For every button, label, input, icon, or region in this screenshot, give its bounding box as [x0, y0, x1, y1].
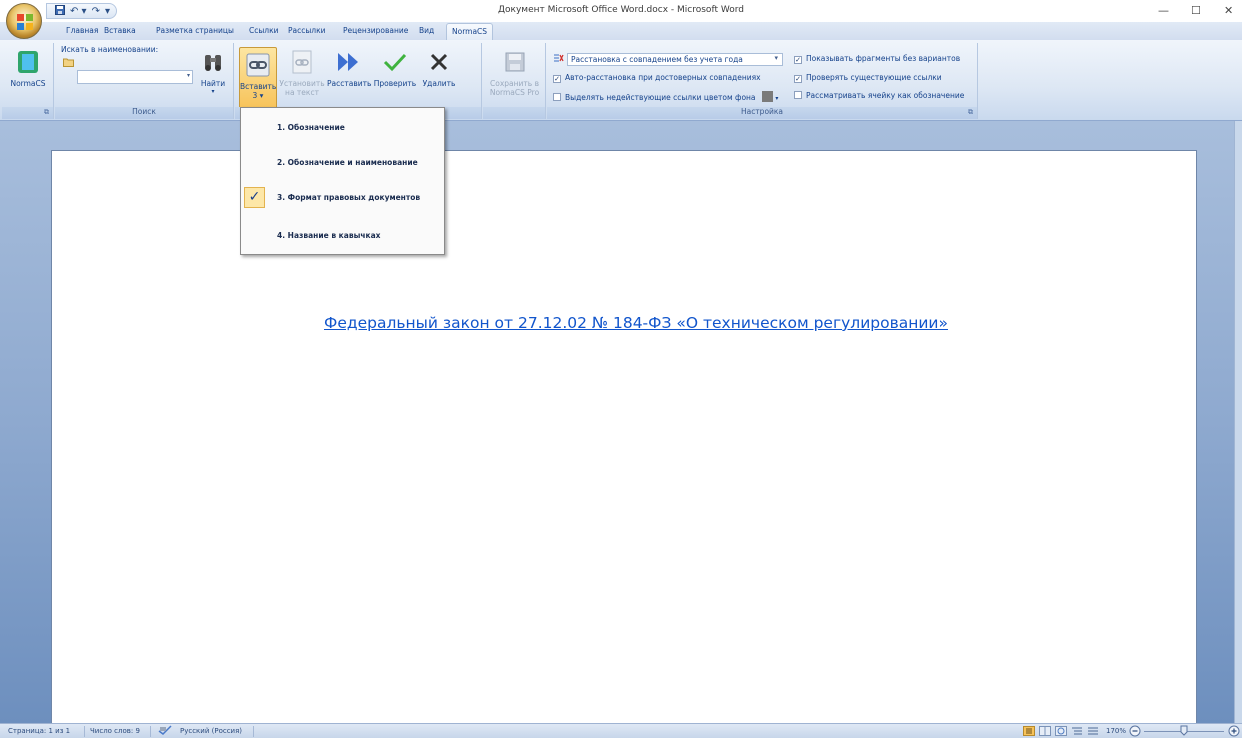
menu-item-legal-format[interactable]: ✓ 3. Формат правовых документов	[241, 184, 444, 210]
proofing-icon[interactable]	[158, 725, 172, 738]
web-layout-icon[interactable]	[1055, 726, 1067, 738]
zoom-slider-thumb[interactable]	[1180, 725, 1188, 738]
show-fragments-checkbox[interactable]: ✓	[794, 56, 802, 64]
auto-arrange-checkbox[interactable]: ✓	[553, 75, 561, 83]
dialog-launcher-icon[interactable]: ⧉	[968, 108, 973, 117]
tab-references[interactable]: Ссылки	[249, 26, 278, 35]
insert-label: Вставить	[240, 82, 277, 91]
find-dropdown-icon[interactable]: ▾	[195, 88, 231, 95]
language[interactable]: Русский (Россия)	[180, 727, 242, 735]
close-button[interactable]: ✕	[1224, 4, 1233, 17]
checkmark-icon: ✓	[244, 187, 265, 208]
tab-normacs[interactable]: NormaCS	[446, 23, 494, 40]
auto-arrange-option[interactable]: ✓ Авто-расстановка при достоверных совпад…	[553, 73, 761, 83]
full-screen-reading-icon[interactable]	[1039, 726, 1051, 738]
find-label: Найти	[200, 79, 226, 88]
minimize-button[interactable]: —	[1158, 4, 1169, 17]
highlight-invalid-option[interactable]: Выделять недействующие ссылки цветом фон…	[553, 91, 778, 102]
chain-link-icon	[245, 52, 271, 78]
highlight-invalid-checkbox[interactable]	[553, 93, 561, 101]
chevron-down-icon[interactable]: ▾	[187, 72, 190, 79]
cell-as-designation-option[interactable]: Рассматривать ячейку как обозначение	[794, 91, 964, 100]
office-button[interactable]	[6, 3, 42, 39]
vertical-scrollbar[interactable]	[1234, 121, 1242, 723]
group-save: Сохранить в NormaCS Pro	[483, 43, 546, 119]
cell-as-designation-checkbox[interactable]	[794, 91, 802, 99]
chevron-down-icon[interactable]: ▾	[774, 54, 778, 62]
document-page[interactable]: Федеральный закон от 27.12.02 № 184-ФЗ «…	[51, 150, 1197, 725]
checkmark-icon	[382, 49, 408, 75]
tab-view[interactable]: Вид	[419, 26, 434, 35]
group-normacs: NormaCS ⧉	[2, 43, 54, 119]
delete-label: Удалить	[422, 79, 456, 88]
search-group-label: Поиск	[55, 107, 233, 119]
check-button[interactable]: Проверить	[373, 49, 417, 88]
folder-icon	[63, 57, 74, 69]
arrange-mode-select[interactable]: Расстановка с совпадением без учета года…	[567, 53, 783, 66]
find-button[interactable]: Найти ▾	[195, 49, 231, 95]
tab-review[interactable]: Рецензирование	[343, 26, 408, 35]
zoom-out-icon[interactable]	[1129, 725, 1141, 738]
delete-x-icon	[426, 49, 452, 75]
title-bar: ↶ ▾ ↷ ▾ Документ Microsoft Office Word.d…	[0, 0, 1242, 22]
menu-item-designation[interactable]: 1. Обозначение	[241, 114, 444, 140]
chain-doc-icon	[289, 49, 315, 75]
set-on-text-label-1: Установить	[279, 79, 325, 88]
tab-home[interactable]: Главная	[66, 26, 98, 35]
print-layout-icon[interactable]	[1023, 726, 1035, 738]
arrange-label: Расставить	[327, 79, 372, 88]
zoom-level[interactable]: 170%	[1106, 727, 1126, 735]
set-on-text-label-2: на текст	[285, 88, 319, 97]
search-input[interactable]: ▾	[77, 70, 193, 84]
insert-button[interactable]: Вставить 3 ▾	[239, 47, 277, 109]
arrange-button[interactable]: Расставить	[327, 49, 371, 88]
draft-icon[interactable]	[1087, 726, 1099, 738]
binoculars-icon	[200, 49, 226, 75]
check-label: Проверить	[373, 79, 417, 88]
normacs-logo-icon	[15, 49, 41, 75]
set-on-text-button[interactable]: Установить на текст	[279, 49, 325, 97]
document-hyperlink[interactable]: Федеральный закон от 27.12.02 № 184-ФЗ «…	[324, 314, 948, 332]
delete-button[interactable]: Удалить	[419, 49, 459, 88]
color-swatch[interactable]	[761, 91, 773, 102]
show-fragments-option[interactable]: ✓ Показывать фрагменты без вариантов	[794, 54, 960, 64]
zoom-in-icon[interactable]	[1228, 725, 1240, 738]
window-title: Документ Microsoft Office Word.docx - Mi…	[498, 5, 744, 15]
office-logo-icon	[17, 14, 33, 30]
group-settings: Расстановка с совпадением без учета года…	[547, 43, 978, 119]
chevron-down-icon[interactable]: ▾	[775, 95, 778, 102]
normacs-label: NormaCS	[10, 79, 46, 88]
maximize-button[interactable]: ☐	[1191, 4, 1201, 17]
arrange-mode-value: Расстановка с совпадением без учета года	[571, 55, 743, 64]
floppy-disk-icon	[502, 49, 528, 75]
status-bar: Страница: 1 из 1 Число слов: 9 Русский (…	[0, 723, 1242, 738]
ribbon-tabs: Главная Вставка Разметка страницы Ссылки…	[0, 22, 1242, 40]
check-existing-option[interactable]: ✓ Проверять существующие ссылки	[794, 73, 942, 83]
save-normacs-pro-button[interactable]: Сохранить в NormaCS Pro	[487, 49, 542, 97]
tab-mailings[interactable]: Рассылки	[288, 26, 326, 35]
page-count[interactable]: Страница: 1 из 1	[8, 727, 70, 735]
save-label-2: NormaCS Pro	[489, 88, 540, 97]
word-count[interactable]: Число слов: 9	[90, 727, 140, 735]
menu-item-designation-and-name[interactable]: 2. Обозначение и наименование	[241, 149, 444, 175]
check-existing-checkbox[interactable]: ✓	[794, 75, 802, 83]
tab-page-layout[interactable]: Разметка страницы	[156, 26, 234, 35]
insert-format-selector[interactable]: 3 ▾	[240, 91, 276, 100]
search-label: Искать в наименовании:	[61, 45, 159, 54]
double-arrow-icon	[336, 49, 362, 75]
outline-icon[interactable]	[1071, 726, 1083, 738]
menu-item-name-in-quotes[interactable]: 4. Название в кавычках	[241, 222, 444, 248]
settings-group-label: Настройка	[740, 107, 784, 116]
ribbon: NormaCS ⧉ Искать в наименовании: ▾ Найти…	[0, 40, 1242, 121]
normacs-button[interactable]: NormaCS	[6, 49, 50, 88]
save-label-1: Сохранить в	[490, 79, 539, 88]
group-search: Искать в наименовании: ▾ Найти ▾ Поиск	[55, 43, 234, 119]
arrange-mode-icon	[553, 54, 564, 65]
dialog-launcher-icon[interactable]: ⧉	[44, 108, 49, 117]
tab-insert[interactable]: Вставка	[104, 26, 136, 35]
insert-format-menu: 1. Обозначение 2. Обозначение и наименов…	[240, 107, 445, 255]
